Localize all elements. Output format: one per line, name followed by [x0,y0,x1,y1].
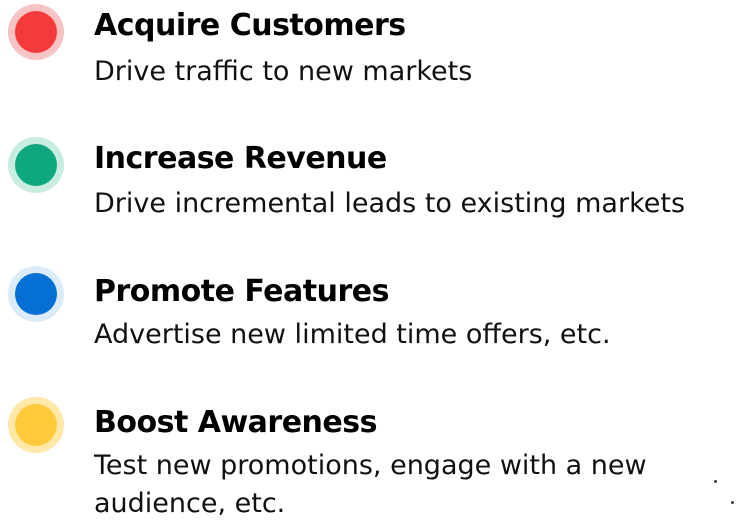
red-circle-icon [8,4,64,60]
goal-title: Increase Revenue [94,141,387,176]
goal-title: Promote Features [94,274,389,309]
decorative-speck [731,501,734,504]
decorative-speck [714,480,717,483]
green-circle-icon [8,137,64,193]
goal-description: Advertise new limited time offers, etc. [94,319,611,350]
yellow-circle-icon [8,397,64,453]
goal-description: Drive incremental leads to existing mark… [94,188,686,219]
goal-title: Boost Awareness [94,405,377,440]
goal-title: Acquire Customers [94,8,406,43]
goal-description: Test new promotions, engage with a new a… [94,450,647,519]
blue-circle-icon [8,266,64,322]
goal-description: Drive traffic to new markets [94,56,473,87]
